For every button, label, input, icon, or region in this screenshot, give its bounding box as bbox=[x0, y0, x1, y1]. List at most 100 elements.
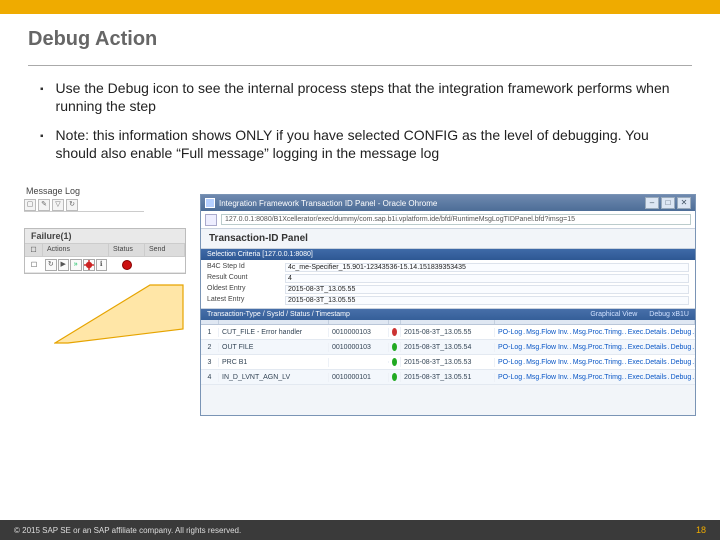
maximize-button[interactable]: □ bbox=[661, 197, 675, 209]
row-link[interactable]: PO-Log bbox=[498, 344, 522, 351]
row-link[interactable]: Debug bbox=[671, 374, 692, 381]
failure-header-row: ☐ Actions Status Send bbox=[25, 244, 185, 257]
filter-icon[interactable]: ▽ bbox=[52, 199, 64, 211]
retry-icon[interactable]: ↻ bbox=[45, 259, 57, 271]
row-link[interactable]: PO-Log bbox=[498, 359, 522, 366]
info-icon[interactable]: ℹ bbox=[96, 259, 108, 271]
status-dot bbox=[392, 358, 397, 366]
row-link[interactable]: PO-Log bbox=[498, 374, 522, 381]
row-link[interactable]: Exec.Details bbox=[628, 374, 667, 381]
refresh-icon[interactable]: ↻ bbox=[66, 199, 78, 211]
cell-links: PO-Log.Msg.Flow Inv..Msg.Proc.Trimg..Exe… bbox=[495, 328, 695, 337]
message-log-header: Message Log bbox=[24, 184, 82, 198]
row-link[interactable]: Debug bbox=[671, 344, 692, 351]
panel-title: Transaction-ID Panel bbox=[201, 229, 695, 249]
status-dot bbox=[392, 373, 397, 381]
failure-panel: Failure(1) ☐ Actions Status Send ☐ ↻ ▶ »… bbox=[24, 228, 186, 274]
app-window: Integration Framework Transaction ID Pan… bbox=[200, 194, 696, 416]
criteria-row: Oldest Entry 2015-08-3T_13.05.55 bbox=[203, 284, 693, 295]
debug-xb1u-link[interactable]: Debug xB1U bbox=[649, 311, 689, 318]
cell-status bbox=[389, 372, 401, 382]
title-area: Debug Action bbox=[0, 14, 720, 59]
selection-criteria-header: Selection Criteria [127.0.0.1:8080] bbox=[201, 249, 695, 260]
bullet-text: Note: this information shows ONLY if you… bbox=[56, 127, 692, 162]
row-link[interactable]: Msg.Flow Inv. bbox=[526, 359, 569, 366]
criteria-value: 4 bbox=[285, 274, 689, 283]
link-separator: . bbox=[625, 374, 627, 381]
link-separator: . bbox=[668, 329, 670, 336]
debug-icon[interactable] bbox=[83, 259, 95, 271]
cell-id: 2 bbox=[201, 343, 219, 352]
bullet-list: ▪ Use the Debug icon to see the internal… bbox=[0, 66, 720, 178]
url-text[interactable]: 127.0.0.1:8080/B1Xcellerator/exec/dummy/… bbox=[221, 214, 691, 225]
criteria-label: Result Count bbox=[207, 274, 285, 283]
minimize-button[interactable]: – bbox=[645, 197, 659, 209]
link-separator: . bbox=[625, 344, 627, 351]
row-link[interactable]: Debug bbox=[671, 359, 692, 366]
row-checkbox[interactable]: ☐ bbox=[25, 260, 43, 270]
cell-name: IN_D_LVNT_AGN_LV bbox=[219, 373, 329, 382]
cell-name: OUT FILE bbox=[219, 343, 329, 352]
row-link[interactable]: Msg.Flow Inv. bbox=[526, 329, 569, 336]
cell-timestamp: 2015-08-3T_13.05.53 bbox=[401, 358, 495, 367]
link-separator: . bbox=[523, 374, 525, 381]
window-title-text: Integration Framework Transaction ID Pan… bbox=[219, 199, 437, 208]
graphical-view-link[interactable]: Graphical View bbox=[590, 311, 637, 318]
cell-status bbox=[389, 342, 401, 352]
row-link[interactable]: Exec.Details bbox=[628, 344, 667, 351]
criteria-value: 4c_me-Specifier_15.901-12343536-15.14.15… bbox=[285, 263, 689, 272]
cell-name: PRC B1 bbox=[219, 358, 329, 367]
link-separator: . bbox=[668, 359, 670, 366]
cell-sysid: 0010000103 bbox=[329, 328, 389, 337]
grid-row: 4IN_D_LVNT_AGN_LV00100001012015-08-3T_13… bbox=[201, 370, 695, 385]
grid-body: 1CUT_FILE - Error handler0010000103 2015-… bbox=[201, 325, 695, 385]
row-link[interactable]: Exec.Details bbox=[628, 329, 667, 336]
bullet-item: ▪ Note: this information shows ONLY if y… bbox=[40, 127, 692, 162]
page-number: 18 bbox=[696, 525, 706, 535]
criteria-value: 2015-08-3T_13.05.55 bbox=[285, 296, 689, 305]
pencil-icon[interactable]: ✎ bbox=[38, 199, 50, 211]
criteria-row: Result Count 4 bbox=[203, 273, 693, 284]
row-link[interactable]: Exec.Details bbox=[628, 359, 667, 366]
status-dot bbox=[392, 343, 397, 351]
row-actions: ↻ ▶ » ℹ bbox=[43, 258, 109, 272]
close-button[interactable]: ✕ bbox=[677, 197, 691, 209]
row-link[interactable]: Msg.Proc.Trimg. bbox=[573, 344, 624, 351]
row-link[interactable]: Msg.Flow Inv. bbox=[526, 374, 569, 381]
forward-icon[interactable]: » bbox=[70, 259, 82, 271]
col-timestamp bbox=[401, 320, 495, 324]
table-band-header: Transaction-Type / SysId / Status / Time… bbox=[201, 309, 695, 320]
cell-timestamp: 2015-08-3T_13.05.54 bbox=[401, 343, 495, 352]
cell-timestamp: 2015-08-3T_13.05.51 bbox=[401, 373, 495, 382]
cell-id: 1 bbox=[201, 328, 219, 337]
row-link[interactable]: Msg.Proc.Trimg. bbox=[573, 374, 624, 381]
play-icon[interactable]: ▶ bbox=[58, 259, 70, 271]
col-sysid bbox=[329, 320, 389, 324]
criteria-value: 2015-08-3T_13.05.55 bbox=[285, 285, 689, 294]
status-header: Status bbox=[109, 244, 145, 256]
link-separator: . bbox=[570, 374, 572, 381]
row-link[interactable]: Debug bbox=[671, 329, 692, 336]
cell-sysid: 0010000103 bbox=[329, 343, 389, 352]
row-link[interactable]: Msg.Flow Inv. bbox=[526, 344, 569, 351]
link-separator: . bbox=[668, 374, 670, 381]
cell-sysid bbox=[329, 361, 389, 363]
link-separator: . bbox=[570, 359, 572, 366]
criteria-row: Latest Entry 2015-08-3T_13.05.55 bbox=[203, 295, 693, 306]
checkbox-header: ☐ bbox=[25, 244, 43, 256]
cell-name: CUT_FILE - Error handler bbox=[219, 328, 329, 337]
link-separator: . bbox=[523, 329, 525, 336]
cell-sysid: 0010000101 bbox=[329, 373, 389, 382]
row-link[interactable]: Msg.Proc.Trimg. bbox=[573, 329, 624, 336]
row-link[interactable]: Msg.Proc.Trimg. bbox=[573, 359, 624, 366]
brand-topbar bbox=[0, 0, 720, 14]
copyright-text: © 2015 SAP SE or an SAP affiliate compan… bbox=[14, 526, 241, 535]
col-links bbox=[495, 320, 695, 324]
link-separator: . bbox=[523, 344, 525, 351]
row-link[interactable]: PO-Log bbox=[498, 329, 522, 336]
url-bar: 127.0.0.1:8080/B1Xcellerator/exec/dummy/… bbox=[201, 211, 695, 229]
actions-header: Actions bbox=[43, 244, 109, 256]
status-dot bbox=[392, 328, 397, 336]
page-icon[interactable]: ▢ bbox=[24, 199, 36, 211]
page-title: Debug Action bbox=[28, 28, 692, 51]
